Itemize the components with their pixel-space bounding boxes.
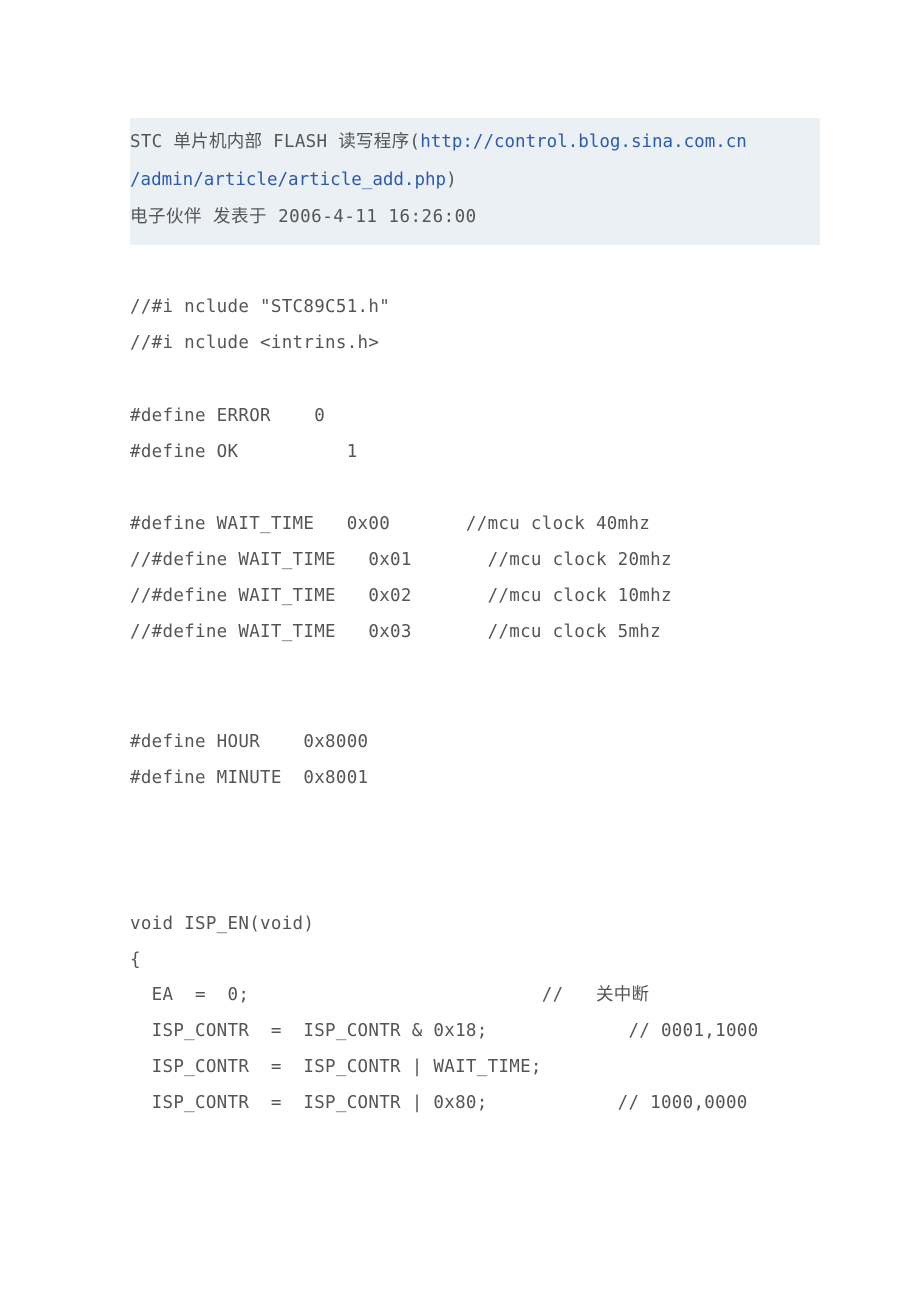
code-line: #define OK 1 bbox=[130, 435, 820, 471]
code-line: { bbox=[130, 943, 820, 979]
code-line: ISP_CONTR = ISP_CONTR & 0x18; // 0001,10… bbox=[130, 1014, 820, 1050]
code-line: void ISP_EN(void) bbox=[130, 907, 820, 943]
title-line-1: STC 单片机内部 FLASH 读写程序(http://control.blog… bbox=[130, 124, 820, 162]
title-suffix: ) bbox=[446, 170, 457, 190]
title-line-2: /admin/article/article_add.php) bbox=[130, 162, 820, 200]
code-line: EA = 0; // 关中断 bbox=[130, 978, 820, 1014]
code-line: //#i nclude <intrins.h> bbox=[130, 326, 820, 362]
code-line: #define HOUR 0x8000 bbox=[130, 725, 820, 761]
code-line: //#define WAIT_TIME 0x03 //mcu clock 5mh… bbox=[130, 615, 820, 651]
title-link-1[interactable]: http://control.blog.sina.com.cn bbox=[420, 132, 747, 152]
content-area: STC 单片机内部 FLASH 读写程序(http://control.blog… bbox=[130, 118, 820, 1122]
code-line: //#define WAIT_TIME 0x02 //mcu clock 10m… bbox=[130, 579, 820, 615]
title-link-2[interactable]: /admin/article/article_add.php bbox=[130, 170, 446, 190]
title-block: STC 单片机内部 FLASH 读写程序(http://control.blog… bbox=[130, 118, 820, 245]
document-page: STC 单片机内部 FLASH 读写程序(http://control.blog… bbox=[0, 0, 920, 1302]
code-line: #define ERROR 0 bbox=[130, 399, 820, 435]
code-line: #define WAIT_TIME 0x00 //mcu clock 40mhz bbox=[130, 507, 820, 543]
title-prefix: STC 单片机内部 FLASH 读写程序( bbox=[130, 132, 420, 152]
code-block: //#i nclude "STC89C51.h" //#i nclude <in… bbox=[130, 290, 820, 1122]
meta-line: 电子伙伴 发表于 2006-4-11 16:26:00 bbox=[130, 199, 820, 237]
code-line: ISP_CONTR = ISP_CONTR | 0x80; // 1000,00… bbox=[130, 1086, 820, 1122]
code-line: ISP_CONTR = ISP_CONTR | WAIT_TIME; bbox=[130, 1050, 820, 1086]
code-line: //#i nclude "STC89C51.h" bbox=[130, 290, 820, 326]
code-line: //#define WAIT_TIME 0x01 //mcu clock 20m… bbox=[130, 543, 820, 579]
code-line: #define MINUTE 0x8001 bbox=[130, 761, 820, 797]
